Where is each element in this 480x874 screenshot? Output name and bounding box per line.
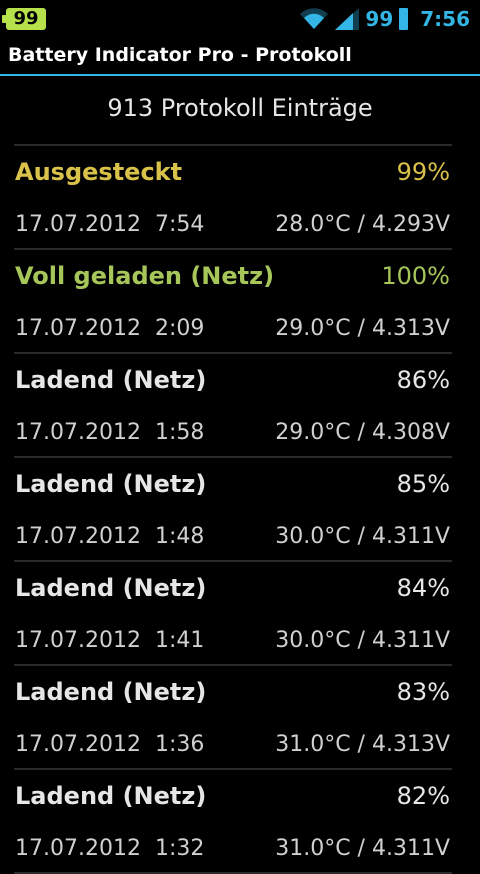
app-title: Battery Indicator Pro - Protokoll: [8, 44, 352, 66]
clock: 7:56: [420, 7, 470, 31]
entry-measurement: 31.0°C / 4.311V: [275, 836, 450, 861]
status-bar-right: 99 7:56: [299, 0, 470, 38]
entry-date: 17.07.2012 7:54: [15, 212, 205, 237]
wifi-icon: [300, 8, 329, 29]
log-entry[interactable]: Ladend (Netz) 83% 17.07.2012 1:36 31.0°C…: [0, 666, 480, 770]
entry-count: 913 Protokoll Einträge: [107, 94, 373, 122]
log-entry[interactable]: Ladend (Netz) 86% 17.07.2012 1:58 29.0°C…: [0, 354, 480, 458]
entry-status: Voll geladen (Netz): [15, 262, 275, 290]
entry-status: Ausgesteckt: [15, 158, 183, 186]
log-entry[interactable]: Ladend (Netz) 85% 17.07.2012 1:48 30.0°C…: [0, 458, 480, 562]
entry-date: 17.07.2012 1:32: [15, 836, 205, 861]
entry-status: Ladend (Netz): [15, 574, 207, 602]
log-list[interactable]: Ausgesteckt 99% 17.07.2012 7:54 28.0°C /…: [0, 146, 480, 874]
entry-date: 17.07.2012 1:36: [15, 732, 205, 757]
battery-percent-text: 99: [365, 7, 394, 31]
entry-measurement: 30.0°C / 4.311V: [275, 628, 450, 653]
entry-percent: 99%: [396, 158, 450, 186]
entry-measurement: 31.0°C / 4.313V: [275, 732, 450, 757]
log-entry[interactable]: Ladend (Netz) 82% 17.07.2012 1:32 31.0°C…: [0, 770, 480, 874]
entry-measurement: 29.0°C / 4.308V: [275, 420, 450, 445]
status-bar: 99 99 7:56: [0, 0, 480, 38]
entry-date: 17.07.2012 2:09: [15, 316, 205, 341]
app-title-bar: Battery Indicator Pro - Protokoll: [0, 38, 480, 76]
entry-percent: 86%: [396, 366, 450, 394]
log-entry[interactable]: Ladend (Netz) 84% 17.07.2012 1:41 30.0°C…: [0, 562, 480, 666]
entry-date: 17.07.2012 1:41: [15, 628, 205, 653]
signal-icon: [335, 8, 360, 30]
entry-percent: 83%: [396, 678, 450, 706]
entry-status: Ladend (Netz): [15, 366, 207, 394]
entry-measurement: 30.0°C / 4.311V: [275, 524, 450, 549]
battery-badge-icon[interactable]: 99: [2, 8, 46, 30]
battery-icon: [399, 8, 409, 30]
entry-status: Ladend (Netz): [15, 470, 207, 498]
entry-date: 17.07.2012 1:58: [15, 420, 205, 445]
entry-percent: 84%: [396, 574, 450, 602]
entry-status: Ladend (Netz): [15, 782, 207, 810]
log-entry[interactable]: Voll geladen (Netz) 100% 17.07.2012 2:09…: [0, 250, 480, 354]
entry-measurement: 28.0°C / 4.293V: [275, 212, 450, 237]
entry-status: Ladend (Netz): [15, 678, 207, 706]
entry-date: 17.07.2012 1:48: [15, 524, 205, 549]
entry-percent: 82%: [396, 782, 450, 810]
log-entry[interactable]: Ausgesteckt 99% 17.07.2012 7:54 28.0°C /…: [0, 146, 480, 250]
entry-percent: 100%: [381, 262, 450, 290]
entry-measurement: 29.0°C / 4.313V: [275, 316, 450, 341]
entry-percent: 85%: [396, 470, 450, 498]
